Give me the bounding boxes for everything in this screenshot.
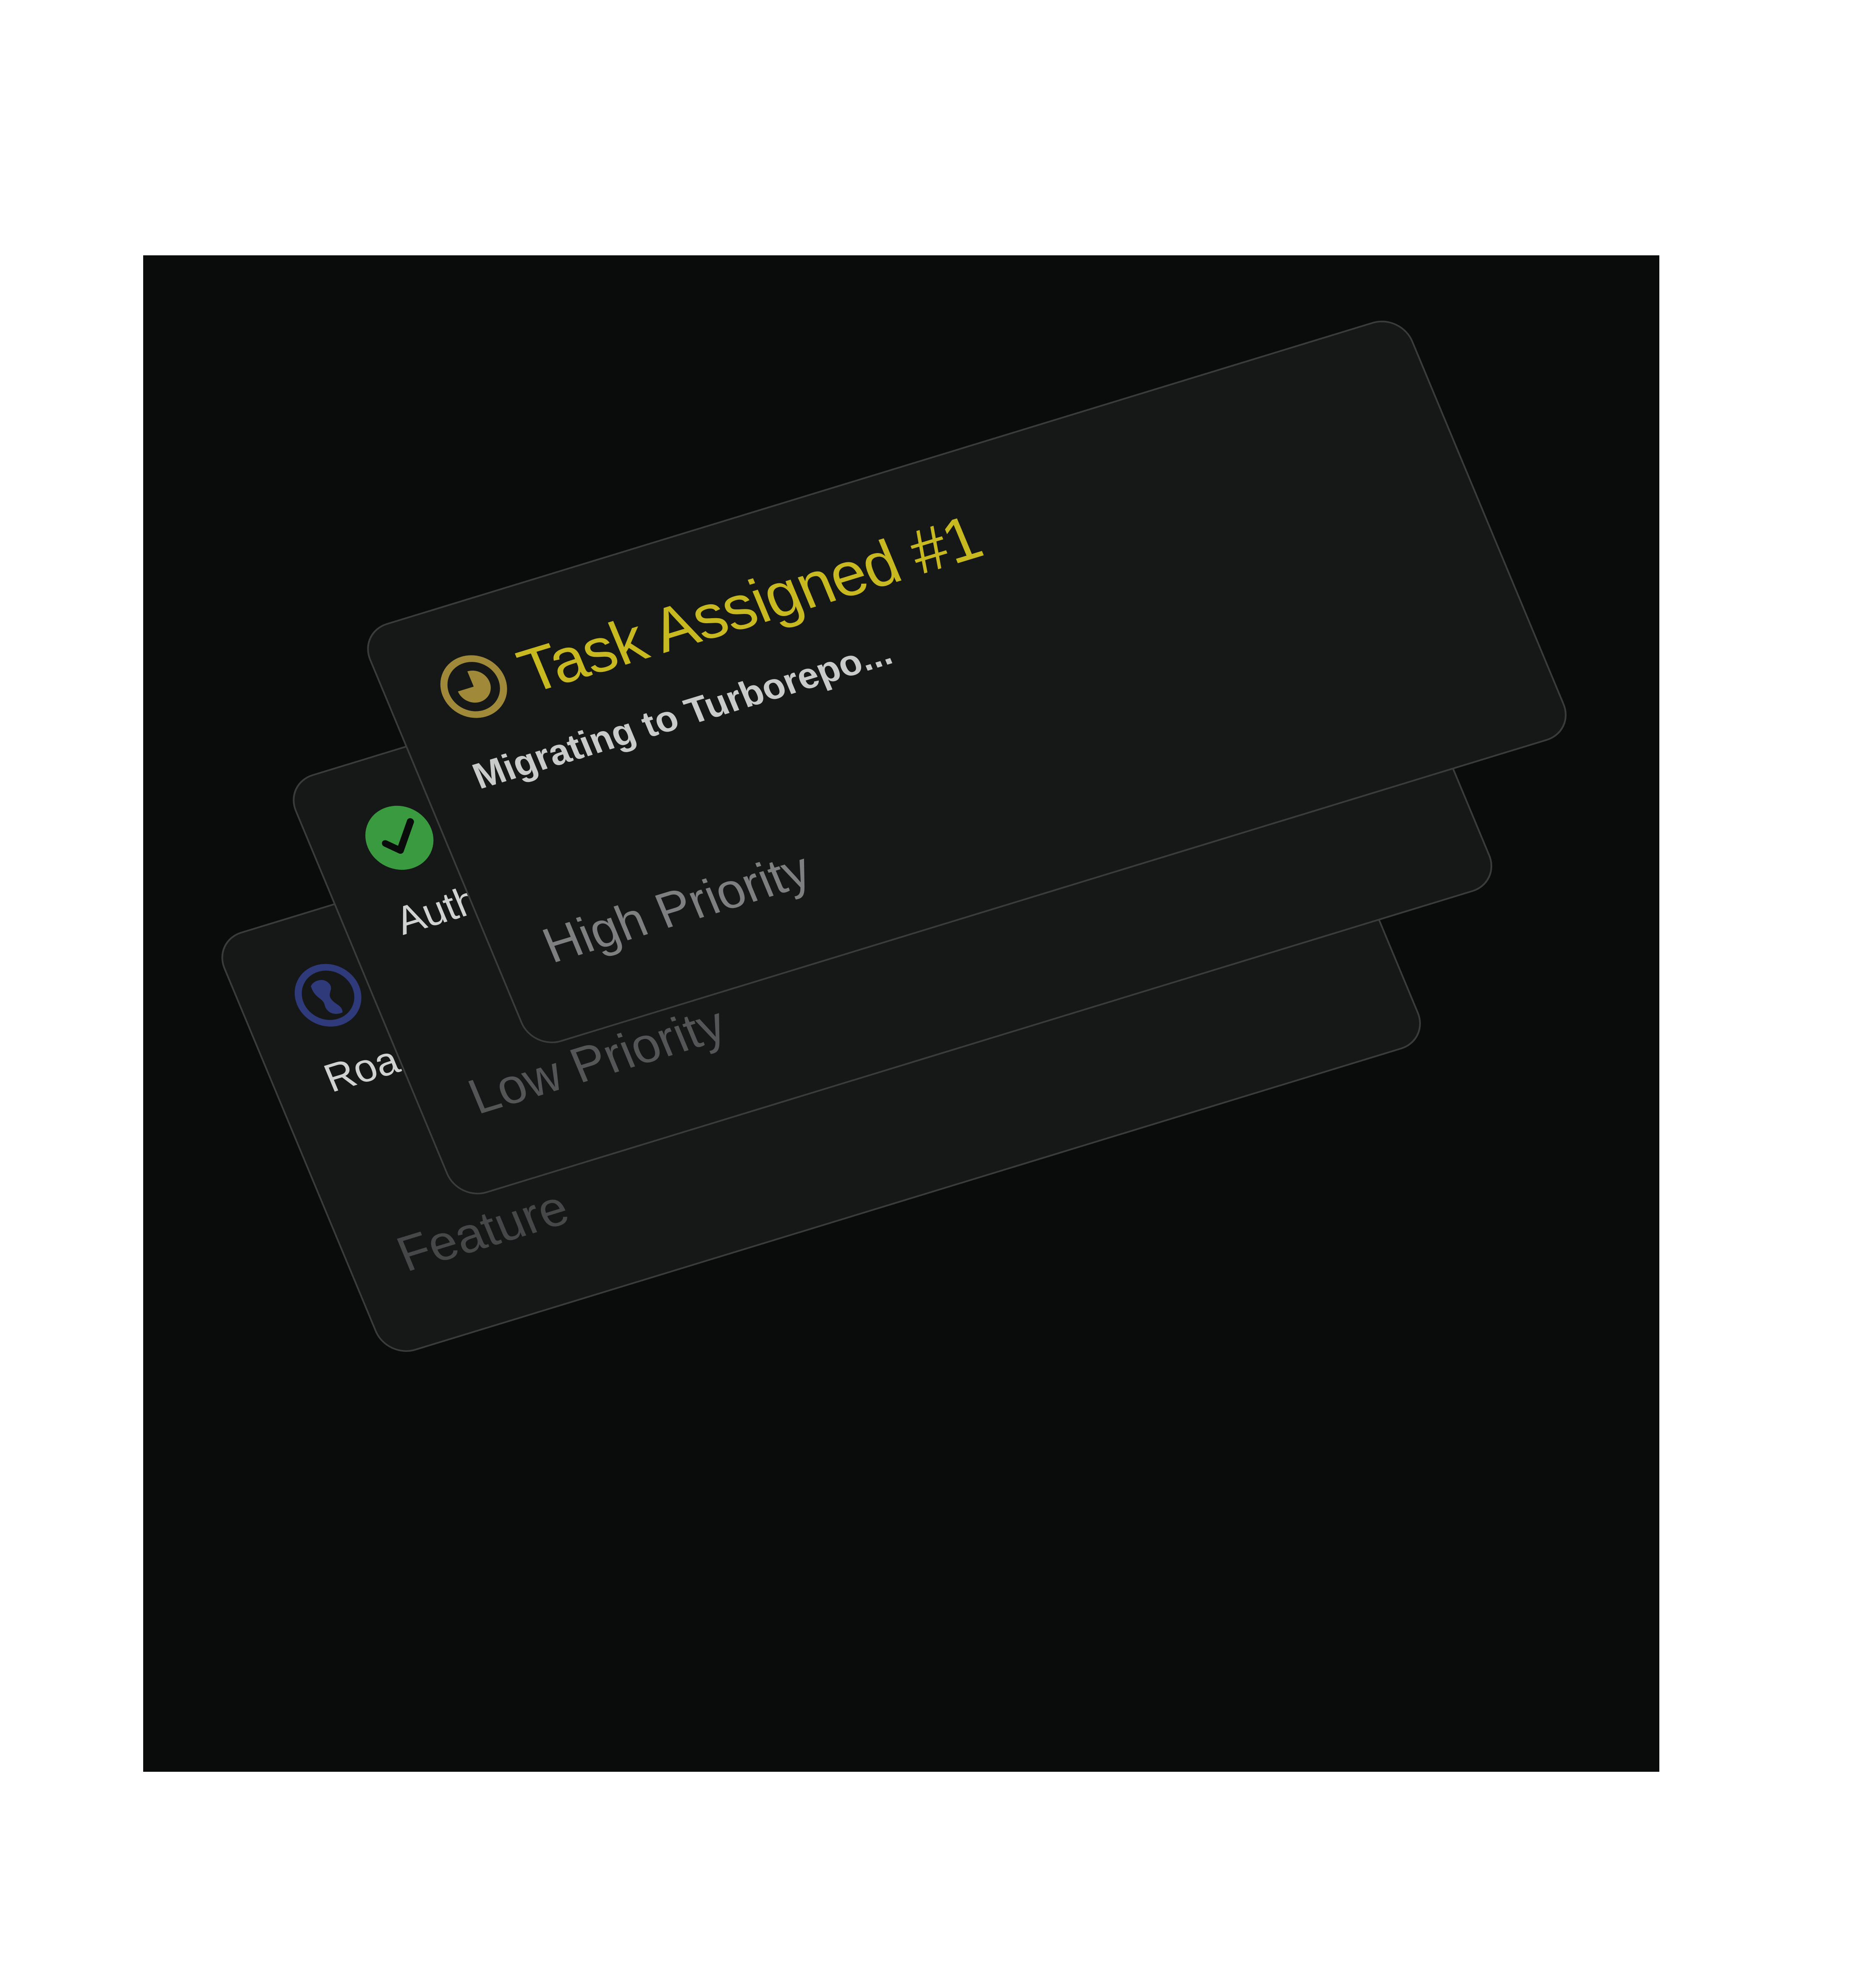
card-tag: High Priority bbox=[535, 841, 819, 973]
in-progress-clock-icon bbox=[427, 645, 520, 728]
card-tag: Feature bbox=[389, 1179, 577, 1282]
